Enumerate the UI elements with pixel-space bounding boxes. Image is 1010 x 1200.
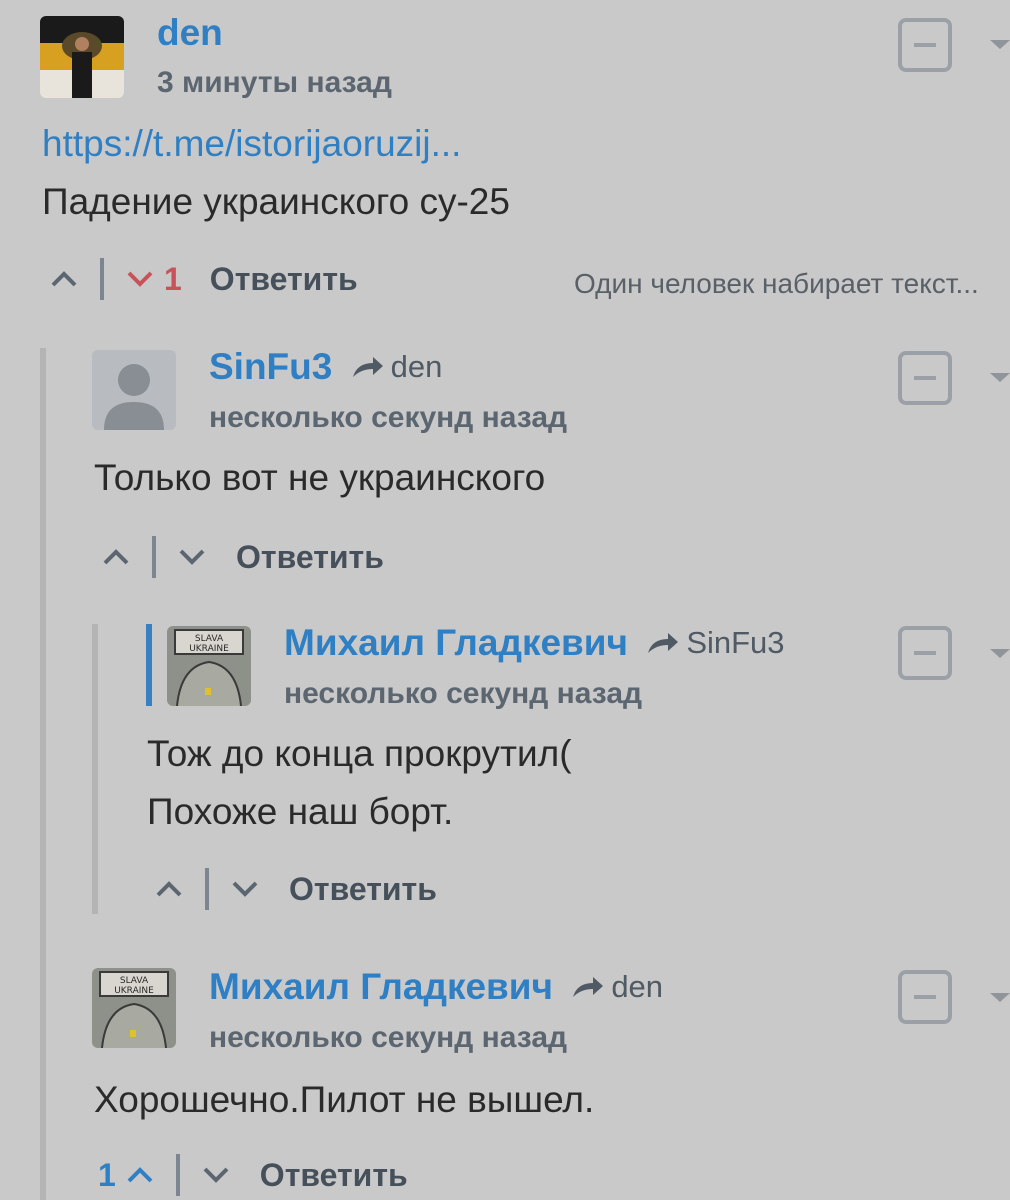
avatar-sinfu3[interactable] — [92, 350, 176, 430]
collapse-icon[interactable] — [898, 626, 952, 680]
upvote-button[interactable] — [120, 1155, 160, 1195]
comment-text: Хорошечно.Пилот не вышел. — [94, 1079, 595, 1120]
chevron-up-icon — [51, 271, 77, 287]
reply-to[interactable]: SinFu3 — [646, 625, 785, 661]
chevron-down-icon — [127, 271, 153, 287]
reply-arrow-icon — [648, 633, 679, 653]
comment-author[interactable]: den — [157, 12, 223, 54]
svg-text:SLAVA: SLAVA — [120, 976, 149, 986]
reply-arrow-icon — [573, 977, 604, 997]
comment-link[interactable]: https://t.me/istorijaoruzij... — [42, 116, 461, 172]
vote-separator — [205, 868, 209, 910]
reply-button[interactable]: Ответить — [289, 871, 437, 908]
reply-button[interactable]: Ответить — [236, 539, 384, 576]
collapse-icon[interactable] — [898, 970, 952, 1024]
avatar-mikhail[interactable]: SLAVA UKRAINE — [167, 626, 251, 706]
chevron-up-icon — [127, 1167, 153, 1183]
comment-text: Падение украинского су-25 — [42, 181, 510, 222]
chevron-up-icon — [156, 881, 182, 897]
svg-text:UKRAINE: UKRAINE — [189, 644, 229, 654]
comment-text: Только вот не украинского — [94, 457, 546, 498]
chevron-down-icon — [179, 549, 205, 565]
menu-caret-icon[interactable] — [990, 649, 1010, 658]
menu-caret-icon[interactable] — [990, 993, 1010, 1002]
comment-actions: Ответить — [149, 868, 437, 910]
downvote-button[interactable] — [225, 869, 265, 909]
downvote-button[interactable] — [120, 259, 160, 299]
svg-text:UKRAINE: UKRAINE — [114, 986, 154, 996]
comment-text-line: Похоже наш борт. — [147, 791, 454, 832]
vote-separator — [175, 1154, 180, 1196]
comment-actions: 1 Ответить — [44, 258, 358, 300]
menu-caret-icon[interactable] — [990, 373, 1010, 382]
avatar-den[interactable] — [40, 16, 124, 98]
upvote-button[interactable] — [96, 537, 136, 577]
menu-caret-icon[interactable] — [990, 40, 1010, 49]
svg-text:SLAVA: SLAVA — [195, 634, 224, 644]
chevron-up-icon — [103, 549, 129, 565]
comment-author[interactable]: Михаил Гладкевич den — [209, 966, 663, 1008]
reply-button[interactable]: Ответить — [210, 261, 358, 298]
chevron-down-icon — [232, 881, 258, 897]
thread-line-highlight — [146, 624, 152, 706]
comment-time[interactable]: 3 минуты назад — [157, 66, 392, 100]
collapse-icon[interactable] — [898, 18, 952, 72]
downvote-button[interactable] — [196, 1155, 236, 1195]
avatar-mikhail[interactable]: SLAVA UKRAINE — [92, 968, 176, 1048]
comment-author[interactable]: Михаил Гладкевич SinFu3 — [284, 622, 785, 664]
upvote-button[interactable] — [44, 259, 84, 299]
thread-line[interactable] — [92, 624, 98, 914]
reply-button[interactable]: Ответить — [260, 1157, 408, 1194]
typing-indicator: Один человек набирает текст... — [574, 268, 979, 299]
thread-line[interactable] — [40, 348, 46, 1200]
upvote-count: 1 — [98, 1156, 116, 1193]
comment-text-line: Тож до конца прокрутил( — [147, 733, 572, 774]
downvote-button[interactable] — [172, 537, 212, 577]
vote-separator — [152, 536, 156, 578]
comment-author[interactable]: SinFu3 den — [209, 346, 442, 388]
upvote-button[interactable] — [149, 869, 189, 909]
vote-separator — [100, 258, 104, 300]
comment-actions: Ответить — [96, 536, 384, 578]
reply-arrow-icon — [352, 357, 383, 377]
reply-to[interactable]: den — [351, 349, 442, 385]
collapse-icon[interactable] — [898, 351, 952, 405]
comment-time[interactable]: несколько секунд назад — [209, 1021, 567, 1055]
comment-actions: 1 Ответить — [94, 1154, 408, 1196]
comment-time[interactable]: несколько секунд назад — [284, 677, 642, 711]
downvote-count: 1 — [164, 260, 182, 297]
comment-time[interactable]: несколько секунд назад — [209, 401, 567, 435]
reply-to[interactable]: den — [571, 969, 663, 1005]
chevron-down-icon — [203, 1167, 229, 1183]
